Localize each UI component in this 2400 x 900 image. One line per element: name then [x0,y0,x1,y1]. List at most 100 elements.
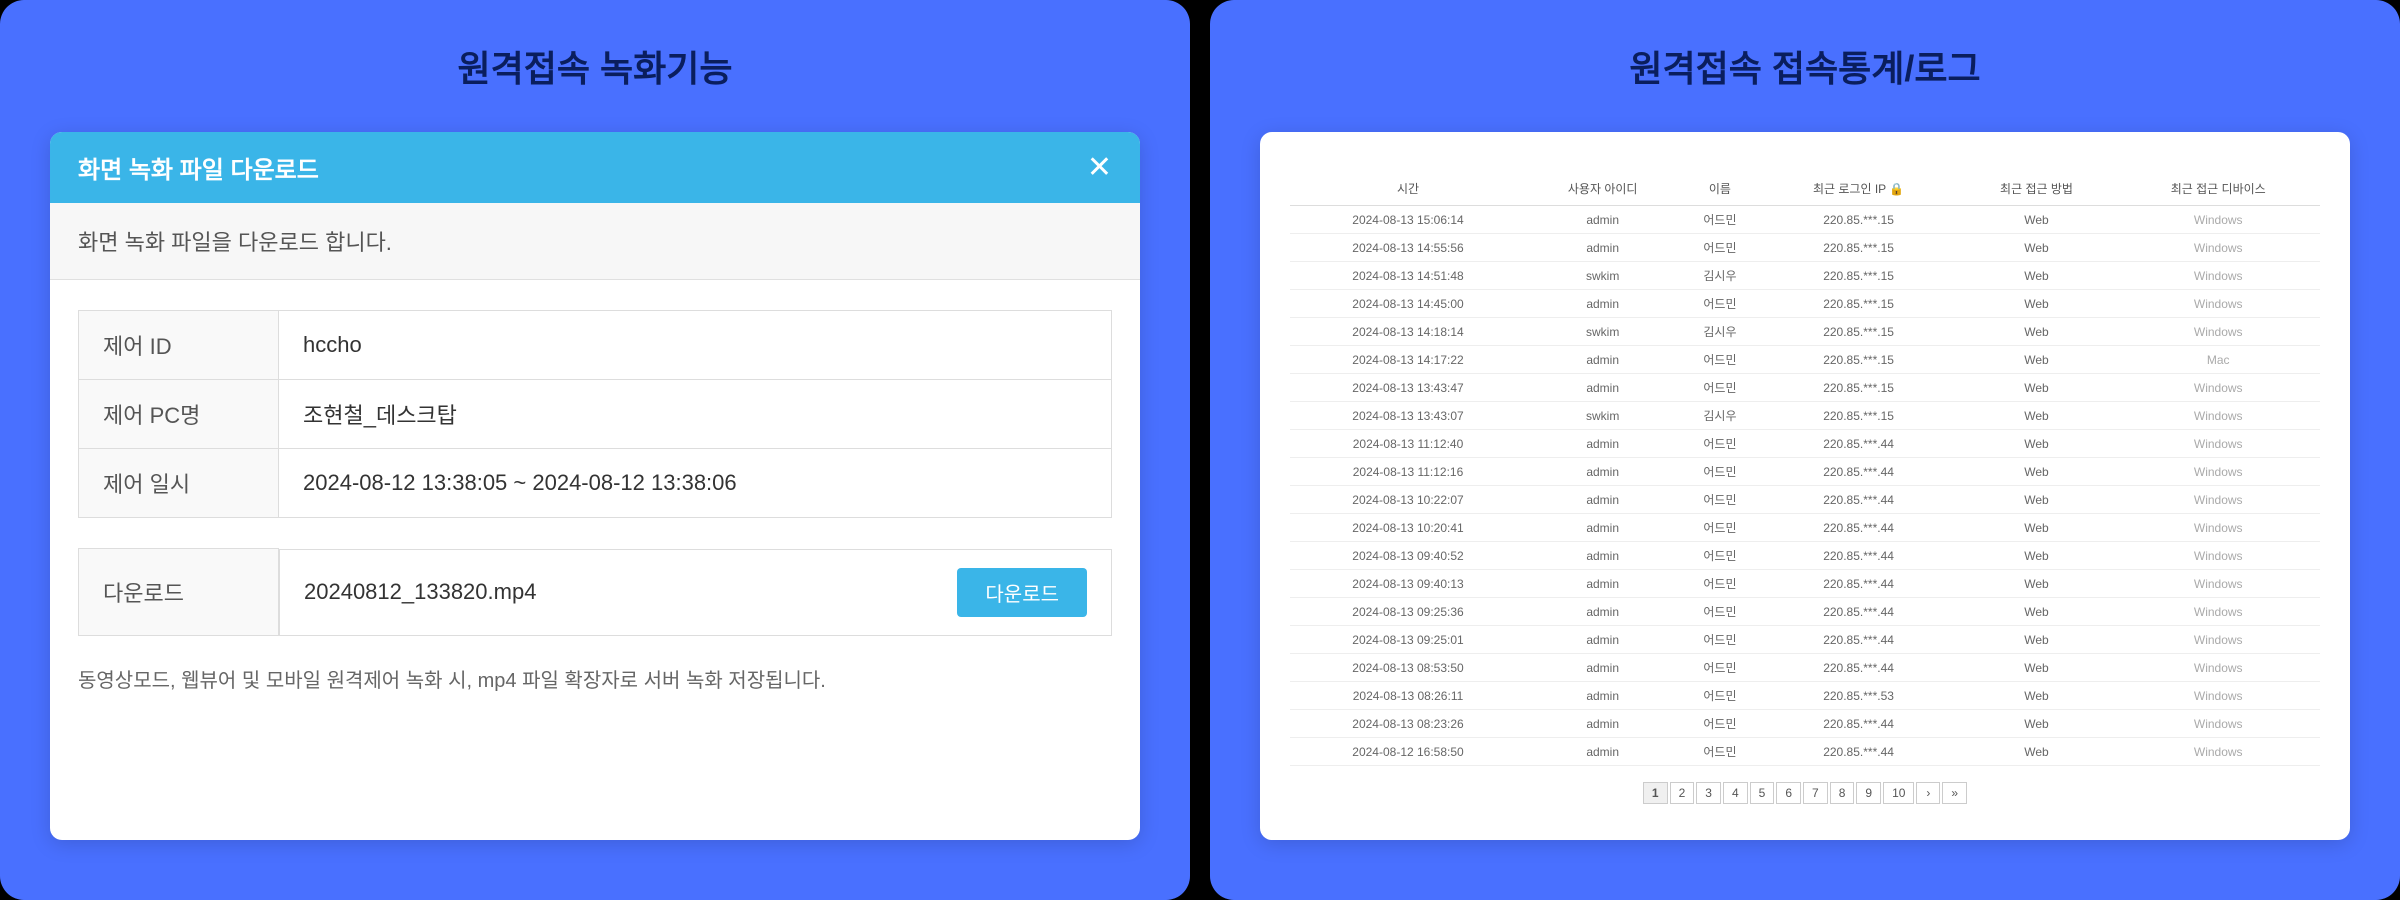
log-cell: 어드민 [1679,206,1760,234]
log-cell: admin [1526,206,1679,234]
log-cell: 어드민 [1679,570,1760,598]
col-ip: 최근 로그인 IP🔒 [1761,172,1957,206]
log-cell: 어드민 [1679,682,1760,710]
log-cell: Web [1957,654,2117,682]
log-cell: admin [1526,346,1679,374]
page-next-icon[interactable]: › [1916,782,1940,804]
log-cell: Windows [2116,570,2320,598]
log-cell: Web [1957,598,2117,626]
info-table: 제어 ID hccho 제어 PC명 조현철_데스크탑 제어 일시 2024-0… [78,310,1112,518]
log-cell: Windows [2116,514,2320,542]
log-row: 2024-08-13 13:43:07swkim김시우220.85.***.15… [1290,402,2320,430]
log-cell: 2024-08-12 16:58:50 [1290,738,1526,766]
log-cell: Windows [2116,626,2320,654]
log-cell: admin [1526,430,1679,458]
dialog-body: 제어 ID hccho 제어 PC명 조현철_데스크탑 제어 일시 2024-0… [50,280,1140,840]
log-cell: 220.85.***.44 [1761,626,1957,654]
log-row: 2024-08-13 14:17:22admin어드민220.85.***.15… [1290,346,2320,374]
log-cell: 220.85.***.44 [1761,514,1957,542]
page-number[interactable]: 6 [1776,782,1801,804]
log-cell: admin [1526,374,1679,402]
page-number[interactable]: 1 [1643,782,1668,804]
col-method: 최근 접근 방법 [1957,172,2117,206]
col-name: 이름 [1679,172,1760,206]
log-cell: 2024-08-13 14:17:22 [1290,346,1526,374]
log-row: 2024-08-13 08:53:50admin어드민220.85.***.44… [1290,654,2320,682]
log-cell: Web [1957,346,2117,374]
log-cell: 2024-08-13 09:40:52 [1290,542,1526,570]
log-cell: Web [1957,430,2117,458]
log-cell: 2024-08-13 14:51:48 [1290,262,1526,290]
log-row: 2024-08-13 15:06:14admin어드민220.85.***.15… [1290,206,2320,234]
log-row: 2024-08-13 14:51:48swkim김시우220.85.***.15… [1290,262,2320,290]
log-cell: Web [1957,570,2117,598]
log-cell: 어드민 [1679,430,1760,458]
log-cell: Web [1957,262,2117,290]
pagination: 12345678910›» [1290,782,2320,804]
download-button[interactable]: 다운로드 [957,568,1087,617]
footer-note: 동영상모드, 웹뷰어 및 모바일 원격제어 녹화 시, mp4 파일 확장자로 … [78,666,1112,696]
download-label: 다운로드 [79,549,279,636]
page-number[interactable]: 5 [1750,782,1775,804]
log-cell: swkim [1526,318,1679,346]
page-number[interactable]: 8 [1830,782,1855,804]
log-cell: 2024-08-13 13:43:07 [1290,402,1526,430]
log-cell: 220.85.***.15 [1761,290,1957,318]
log-cell: admin [1526,486,1679,514]
log-cell: Web [1957,374,2117,402]
log-cell: Web [1957,738,2117,766]
log-cell: 2024-08-13 11:12:16 [1290,458,1526,486]
dialog-title: 화면 녹화 파일 다운로드 [78,150,319,185]
log-card: 시간 사용자 아이디 이름 최근 로그인 IP🔒 최근 접근 방법 최근 접근 … [1260,132,2350,840]
log-cell: 220.85.***.44 [1761,542,1957,570]
log-cell: Web [1957,626,2117,654]
log-cell: 2024-08-13 09:25:01 [1290,626,1526,654]
log-cell: admin [1526,626,1679,654]
log-cell: Web [1957,402,2117,430]
page-number[interactable]: 3 [1696,782,1721,804]
log-cell: 김시우 [1679,318,1760,346]
log-row: 2024-08-13 13:43:47admin어드민220.85.***.15… [1290,374,2320,402]
log-cell: Web [1957,290,2117,318]
log-cell: Windows [2116,710,2320,738]
control-id-value: hccho [279,311,1112,380]
log-row: 2024-08-13 08:23:26admin어드민220.85.***.44… [1290,710,2320,738]
log-row: 2024-08-12 16:58:50admin어드민220.85.***.44… [1290,738,2320,766]
log-cell: Windows [2116,738,2320,766]
log-cell: 어드민 [1679,738,1760,766]
page-number[interactable]: 2 [1670,782,1695,804]
log-cell: Windows [2116,654,2320,682]
log-cell: 220.85.***.44 [1761,738,1957,766]
log-cell: 220.85.***.15 [1761,346,1957,374]
log-cell: Windows [2116,430,2320,458]
log-cell: Web [1957,318,2117,346]
log-cell: admin [1526,738,1679,766]
log-cell: 어드민 [1679,346,1760,374]
log-cell: Windows [2116,234,2320,262]
log-cell: Windows [2116,374,2320,402]
log-cell: Windows [2116,206,2320,234]
log-cell: Web [1957,710,2117,738]
download-dialog: 화면 녹화 파일 다운로드 ✕ 화면 녹화 파일을 다운로드 합니다. 제어 I… [50,132,1140,840]
download-filename: 20240812_133820.mp4 [304,579,536,605]
page-next-icon[interactable]: » [1942,782,1967,804]
close-icon[interactable]: ✕ [1087,150,1112,185]
page-number[interactable]: 4 [1723,782,1748,804]
log-cell: 어드민 [1679,290,1760,318]
log-cell: 220.85.***.53 [1761,682,1957,710]
log-cell: 어드민 [1679,486,1760,514]
log-cell: Web [1957,542,2117,570]
recording-title: 원격접속 녹화기능 [50,40,1140,92]
log-cell: 어드민 [1679,542,1760,570]
log-cell: 김시우 [1679,262,1760,290]
page-number[interactable]: 9 [1856,782,1881,804]
page-number[interactable]: 7 [1803,782,1828,804]
log-cell: 어드민 [1679,710,1760,738]
log-cell: admin [1526,710,1679,738]
col-device: 최근 접근 디바이스 [2116,172,2320,206]
page-number[interactable]: 10 [1883,782,1914,804]
log-cell: swkim [1526,402,1679,430]
log-cell: 220.85.***.44 [1761,486,1957,514]
log-cell: 220.85.***.44 [1761,598,1957,626]
log-cell: Web [1957,458,2117,486]
